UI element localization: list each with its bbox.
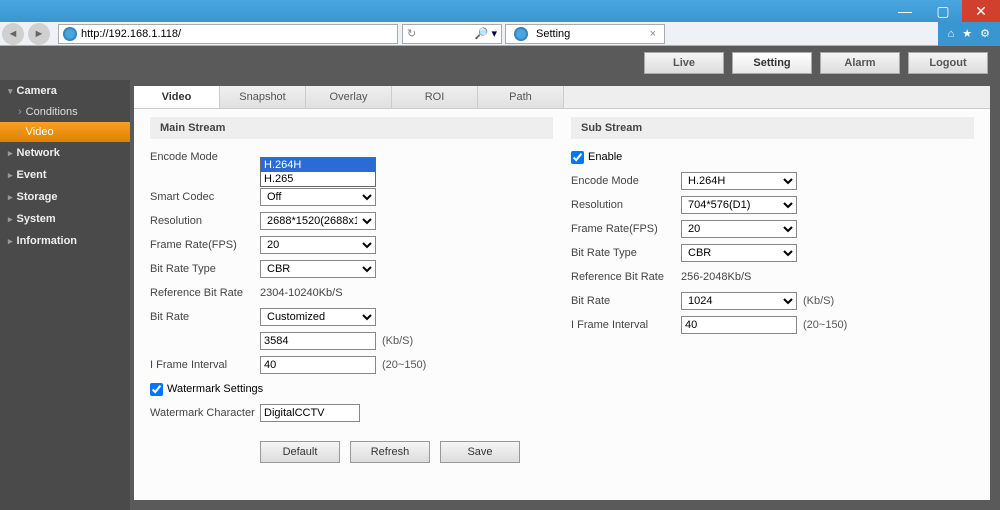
sub-stream-pane: Sub Stream Enable Encode Mode H.264H Res…	[571, 117, 974, 492]
save-button[interactable]: Save	[440, 441, 520, 463]
resolution-select[interactable]: 2688*1520(2688x1520)	[260, 212, 376, 230]
sub-ref-label: Reference Bit Rate	[571, 271, 681, 283]
bitrate-custom-input[interactable]	[260, 332, 376, 350]
subtab-video[interactable]: Video	[134, 86, 220, 108]
window-close-button[interactable]: ✕	[962, 0, 1000, 22]
sub-iframe-input[interactable]	[681, 316, 797, 334]
url-input[interactable]: http://192.168.1.118/	[58, 24, 398, 44]
sub-bitrate-label: Bit Rate	[571, 295, 681, 307]
nav-logout[interactable]: Logout	[908, 52, 988, 74]
sub-iframe-label: I Frame Interval	[571, 319, 681, 331]
subtab-roi[interactable]: ROI	[392, 86, 478, 108]
bitrate-unit: (Kb/S)	[382, 335, 413, 347]
ie-icon	[63, 27, 77, 41]
default-button[interactable]: Default	[260, 441, 340, 463]
nav-alarm[interactable]: Alarm	[820, 52, 900, 74]
watermark-checkbox[interactable]	[150, 383, 163, 396]
watermark-char-label: Watermark Character	[150, 407, 260, 419]
fps-select[interactable]: 20	[260, 236, 376, 254]
window-minimize-button[interactable]: —	[886, 0, 924, 22]
ref-bitrate-label: Reference Bit Rate	[150, 287, 260, 299]
watermark-label: Watermark Settings	[167, 383, 263, 395]
encode-mode-label: Encode Mode	[150, 151, 260, 163]
sidebar-network[interactable]: Network	[0, 142, 130, 164]
sub-resolution-select[interactable]: 704*576(D1)	[681, 196, 797, 214]
substream-enable-checkbox[interactable]	[571, 151, 584, 164]
bitrate-type-select[interactable]: CBR	[260, 260, 376, 278]
sidebar-storage[interactable]: Storage	[0, 186, 130, 208]
substream-enable-label: Enable	[588, 151, 622, 163]
home-icon[interactable]: ⌂	[948, 28, 955, 40]
subtab-path[interactable]: Path	[478, 86, 564, 108]
sidebar-camera[interactable]: Camera	[0, 80, 130, 102]
subtab-overlay[interactable]: Overlay	[306, 86, 392, 108]
resolution-label: Resolution	[150, 215, 260, 227]
browser-toolbar: ◄ ► http://192.168.1.118/ ↻ 🔎 ▾ Setting …	[0, 22, 1000, 46]
sub-brtype-select[interactable]: CBR	[681, 244, 797, 262]
sub-fps-label: Frame Rate(FPS)	[571, 223, 681, 235]
window-titlebar: — ▢ ✕	[0, 0, 1000, 22]
sidebar-information[interactable]: Information	[0, 230, 130, 252]
smart-codec-label: Smart Codec	[150, 191, 260, 203]
nav-back-button[interactable]: ◄	[2, 23, 24, 45]
sub-ref-value: 256-2048Kb/S	[681, 271, 751, 283]
sidebar-item-conditions[interactable]: Conditions	[0, 102, 130, 122]
nav-live[interactable]: Live	[644, 52, 724, 74]
refresh-button[interactable]: Refresh	[350, 441, 430, 463]
nav-forward-button[interactable]: ►	[28, 23, 50, 45]
main-stream-header: Main Stream	[150, 117, 553, 139]
sidebar-event[interactable]: Event	[0, 164, 130, 186]
subtab-bar: Video Snapshot Overlay ROI Path	[134, 86, 990, 109]
browser-search-box[interactable]: ↻ 🔎 ▾	[402, 24, 502, 44]
content-panel: Video Snapshot Overlay ROI Path Main Str…	[134, 86, 990, 500]
tools-icon[interactable]: ⚙	[980, 27, 990, 40]
browser-right-icons: ⌂ ★ ⚙	[938, 22, 1000, 46]
sub-stream-header: Sub Stream	[571, 117, 974, 139]
url-text: http://192.168.1.118/	[81, 28, 181, 40]
sidebar-system[interactable]: System	[0, 208, 130, 230]
encode-option-h265[interactable]: H.265	[261, 172, 375, 186]
iframe-input[interactable]	[260, 356, 376, 374]
tab-close-icon[interactable]: ×	[650, 28, 656, 40]
search-icon: 🔎 ▾	[475, 27, 497, 40]
iframe-range: (20~150)	[382, 359, 426, 371]
favorites-icon[interactable]: ★	[962, 27, 972, 40]
sub-encode-select[interactable]: H.264H	[681, 172, 797, 190]
bitrate-label: Bit Rate	[150, 311, 260, 323]
smart-codec-select[interactable]: Off	[260, 188, 376, 206]
bitrate-type-label: Bit Rate Type	[150, 263, 260, 275]
sub-bitrate-select[interactable]: 1024	[681, 292, 797, 310]
watermark-char-input[interactable]	[260, 404, 360, 422]
sub-iframe-range: (20~150)	[803, 319, 847, 331]
refresh-icon: ↻	[407, 27, 416, 40]
browser-tab[interactable]: Setting ×	[505, 24, 665, 44]
sub-bitrate-unit: (Kb/S)	[803, 295, 834, 307]
encode-option-h264h[interactable]: H.264H	[261, 158, 375, 172]
sub-fps-select[interactable]: 20	[681, 220, 797, 238]
subtab-snapshot[interactable]: Snapshot	[220, 86, 306, 108]
sidebar-item-video[interactable]: Video	[0, 122, 130, 142]
fps-label: Frame Rate(FPS)	[150, 239, 260, 251]
bitrate-select[interactable]: Customized	[260, 308, 376, 326]
ie-icon	[514, 27, 528, 41]
nav-setting[interactable]: Setting	[732, 52, 812, 74]
app-header: Live Setting Alarm Logout	[0, 46, 1000, 80]
main-stream-pane: Main Stream Encode Mode H.264H H.265 Sma…	[150, 117, 553, 492]
ref-bitrate-value: 2304-10240Kb/S	[260, 287, 343, 299]
tab-title: Setting	[536, 28, 570, 40]
window-maximize-button[interactable]: ▢	[924, 0, 962, 22]
sidebar: Camera Conditions Video Network Event St…	[0, 80, 130, 510]
sub-brtype-label: Bit Rate Type	[571, 247, 681, 259]
iframe-label: I Frame Interval	[150, 359, 260, 371]
sub-resolution-label: Resolution	[571, 199, 681, 211]
sub-encode-label: Encode Mode	[571, 175, 681, 187]
